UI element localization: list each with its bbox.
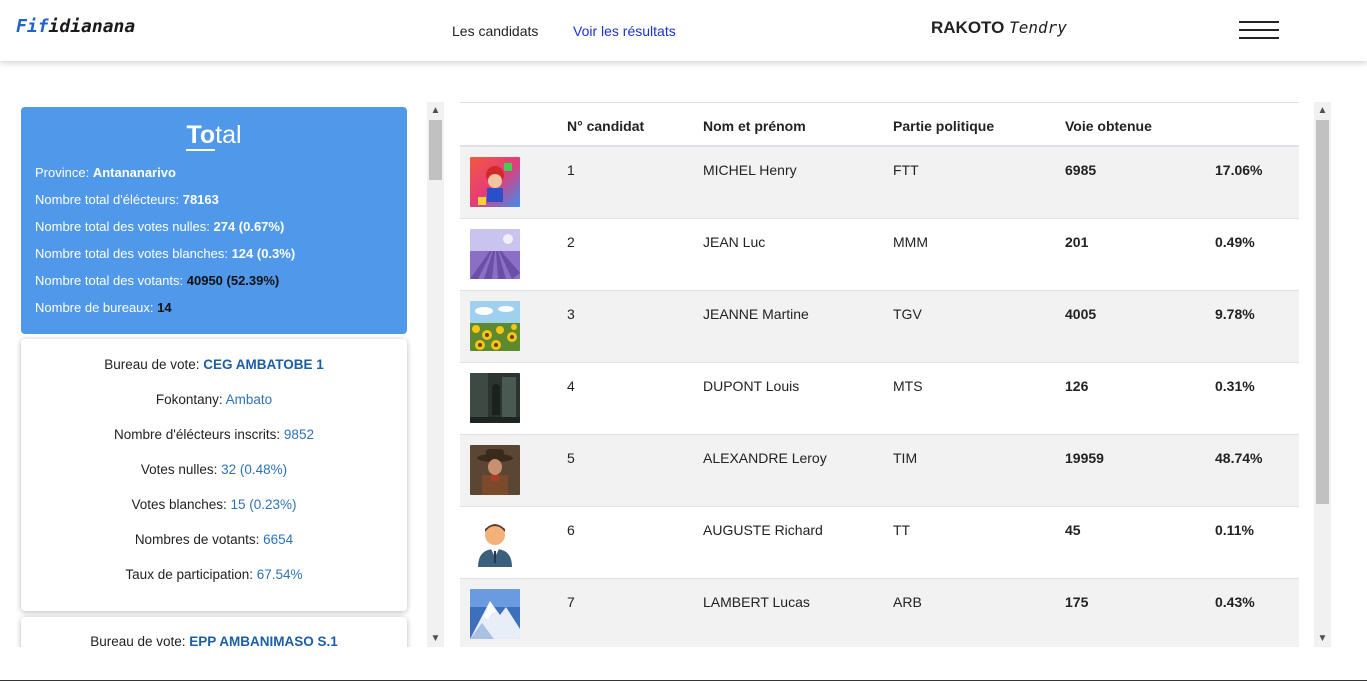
candidate-name: ALEXANDRE Leroy: [703, 450, 827, 466]
table-scrollbar[interactable]: ▲ ▼: [1314, 102, 1331, 647]
candidate-name: JEANNE Martine: [703, 306, 809, 322]
table-row: 3 JEANNE Martine TGV 4005 9.78%: [460, 291, 1299, 363]
bureau-registered: Nombre d'élécteurs inscrits: 9852: [114, 427, 314, 442]
offices-row: Nombre de bureaux: 14: [35, 300, 172, 315]
candidate-name: MICHEL Henry: [703, 162, 797, 178]
nulls-row: Nombre total des votes nulles: 274 (0.67…: [35, 219, 285, 234]
total-title: Total: [186, 121, 242, 151]
total-summary-card: Total Province: Antananarivo Nombre tota…: [21, 107, 407, 334]
bureau-blanks: Votes blanches: 15 (0.23%): [131, 497, 297, 512]
candidate-votes: 201: [1065, 234, 1089, 250]
scroll-up-icon[interactable]: ▲: [1314, 102, 1331, 119]
candidate-party: ARB: [893, 594, 922, 610]
user-first-name: Tendry: [1009, 18, 1067, 37]
candidate-number: 7: [567, 594, 575, 610]
nav-candidates-link[interactable]: Les candidats: [452, 23, 538, 39]
table-row: 4 DUPONT Louis MTS 126 0.31%: [460, 363, 1299, 435]
candidate-photo: [470, 373, 520, 423]
nav-results-link[interactable]: Voir les résultats: [573, 23, 676, 39]
bureau-voters: Nombres de votants: 6654: [134, 532, 294, 547]
candidate-photo: [470, 229, 520, 279]
candidate-party: TT: [893, 522, 911, 538]
scroll-thumb[interactable]: [1316, 120, 1329, 504]
candidate-photo: [470, 517, 520, 567]
province-row: Province: Antananarivo: [35, 165, 176, 180]
candidate-number: 4: [567, 378, 575, 394]
candidate-votes: 4005: [1065, 306, 1097, 322]
table-row: 2 JEAN Luc MMM 201 0.49%: [460, 219, 1299, 291]
candidate-party: MTS: [893, 378, 923, 394]
bureau-rate: Taux de participation: 67.54%: [125, 567, 303, 582]
scroll-down-icon[interactable]: ▼: [427, 630, 444, 647]
brand-part1: Fif: [16, 16, 49, 37]
candidate-percent: 17.06%: [1215, 162, 1263, 178]
candidate-photo: [470, 301, 520, 351]
header-name: Nom et prénom: [703, 118, 806, 134]
brand-logo[interactable]: Fifidianana: [16, 16, 135, 37]
candidate-photo: [470, 589, 520, 639]
candidate-percent: 0.43%: [1215, 594, 1255, 610]
candidate-photo: [470, 157, 520, 207]
table-row: 6 AUGUSTE Richard TT 45 0.11%: [460, 507, 1299, 579]
table-row: 1 MICHEL Henry FTT 6985 17.06%: [460, 147, 1299, 219]
left-scrollbar[interactable]: ▲ ▼: [427, 102, 444, 647]
candidate-number: 1: [567, 162, 575, 178]
table-row: 7 LAMBERT Lucas ARB 175 0.43%: [460, 579, 1299, 647]
candidate-photo: [470, 445, 520, 495]
header-number: N° candidat: [567, 118, 645, 134]
brand-part2: idianana: [48, 16, 136, 37]
hamburger-icon[interactable]: [1239, 21, 1279, 39]
candidate-votes: 175: [1065, 594, 1089, 610]
candidate-percent: 0.31%: [1215, 378, 1255, 394]
candidate-number: 6: [567, 522, 575, 538]
candidate-percent: 48.74%: [1215, 450, 1263, 466]
bureau-office: Bureau de vote: CEG AMBATOBE 1: [104, 357, 324, 372]
user-name: RAKOTO Tendry: [931, 18, 1067, 38]
candidate-name: DUPONT Louis: [703, 378, 800, 394]
left-panel: Total Province: Antananarivo Nombre tota…: [0, 61, 444, 647]
candidate-party: TGV: [893, 306, 922, 322]
candidate-votes: 19959: [1065, 450, 1104, 466]
candidate-percent: 0.49%: [1215, 234, 1255, 250]
scroll-thumb[interactable]: [429, 120, 442, 180]
candidate-name: JEAN Luc: [703, 234, 766, 250]
top-navbar: Fifidianana Les candidats Voir les résul…: [0, 0, 1367, 61]
electors-row: Nombre total d'élécteurs: 78163: [35, 192, 219, 207]
candidate-number: 5: [567, 450, 575, 466]
bureau-nulls: Votes nulles: 32 (0.48%): [140, 462, 288, 477]
candidate-party: TIM: [893, 450, 918, 466]
candidate-party: FTT: [893, 162, 919, 178]
bureau-fokontany: Fokontany: Ambato: [155, 392, 273, 407]
candidate-party: MMM: [893, 234, 928, 250]
bureau-card: Bureau de vote: CEG AMBATOBE 1 Fokontany…: [21, 339, 407, 611]
candidate-name: LAMBERT Lucas: [703, 594, 810, 610]
candidate-percent: 9.78%: [1215, 306, 1255, 322]
candidate-votes: 126: [1065, 378, 1089, 394]
scroll-down-icon[interactable]: ▼: [1314, 630, 1331, 647]
candidate-number: 2: [567, 234, 575, 250]
candidate-name: AUGUSTE Richard: [703, 522, 823, 538]
bureau-card: Bureau de vote: EPP AMBANIMASO S.1: [21, 617, 407, 647]
page-bottom-border: [0, 680, 1367, 681]
results-table: N° candidat Nom et prénom Partie politiq…: [460, 102, 1299, 647]
scroll-up-icon[interactable]: ▲: [427, 102, 444, 119]
table-header: N° candidat Nom et prénom Partie politiq…: [460, 102, 1299, 147]
blanks-row: Nombre total des votes blanches: 124 (0.…: [35, 246, 296, 261]
candidate-number: 3: [567, 306, 575, 322]
voters-row: Nombre total des votants: 40950 (52.39%): [35, 273, 280, 288]
header-party: Partie politique: [893, 118, 995, 134]
bureau-office: Bureau de vote: EPP AMBANIMASO S.1: [90, 634, 338, 647]
user-last-name: RAKOTO: [931, 18, 1005, 37]
candidate-percent: 0.11%: [1215, 522, 1254, 538]
table-row: 5 ALEXANDRE Leroy TIM 19959 48.74%: [460, 435, 1299, 507]
header-votes: Voie obtenue: [1065, 118, 1152, 134]
candidate-votes: 6985: [1065, 162, 1097, 178]
candidate-votes: 45: [1065, 522, 1081, 538]
